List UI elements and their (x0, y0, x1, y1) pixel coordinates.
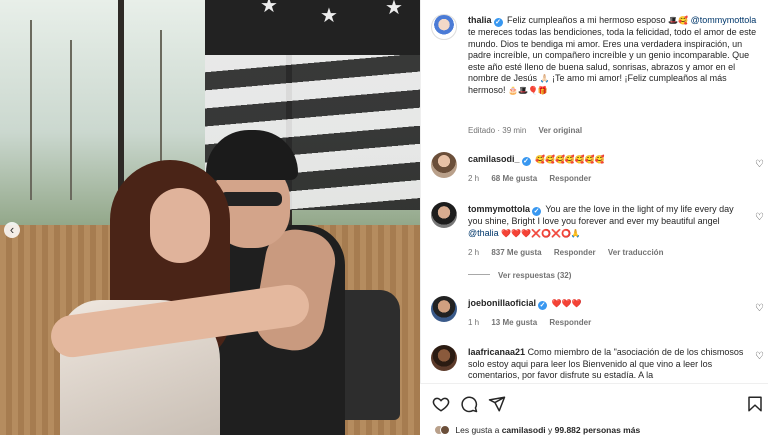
see-original-link[interactable]: Ver original (539, 126, 583, 135)
star-icon: ★ (260, 0, 278, 17)
comment-mention[interactable]: @thalia (468, 228, 499, 238)
avatar[interactable] (431, 152, 457, 178)
caption-text: Feliz cumpleaños a mi hermoso esposo (507, 15, 666, 25)
avatar[interactable] (431, 296, 457, 322)
caption-meta: Editado · 39 min Ver original (468, 126, 583, 135)
comment-username[interactable]: joebonillaoficial (468, 298, 536, 308)
likes-summary[interactable]: Les gusta a camilasodi y 99.882 personas… (434, 425, 640, 435)
previous-photo-button[interactable]: ‹ (4, 222, 20, 238)
heart-icon[interactable]: ♡ (754, 303, 765, 314)
edited-label: Editado (468, 126, 496, 135)
comment-joebonillaoficial: joebonillaoficial ✓ ❤️❤️❤️ (468, 298, 748, 310)
heart-icon[interactable] (432, 395, 450, 413)
comment-time[interactable]: 2 h (468, 174, 479, 183)
caption-mention[interactable]: @tommymottola (691, 15, 757, 25)
bookmark-icon[interactable] (746, 395, 764, 413)
caption-emoji: 🎩🥰 (668, 16, 689, 25)
comment-likes[interactable]: 68 Me gusta (491, 174, 537, 183)
star-icon: ★ (385, 0, 403, 19)
likes-connector: y (548, 425, 553, 435)
comment-icon[interactable] (460, 395, 478, 413)
comment-likes[interactable]: 13 Me gusta (491, 318, 537, 327)
tree-trunk (70, 40, 72, 200)
comment-username[interactable]: tommymottola (468, 204, 530, 214)
avatar[interactable] (431, 345, 457, 371)
comment-likes[interactable]: 837 Me gusta (491, 248, 541, 257)
comment-laafricanaa21: laafricanaa21 Como miembro de la "asocia… (468, 347, 750, 383)
comment-time[interactable]: 2 h (468, 248, 479, 257)
comment-emoji: 🥰🥰🥰🥰🥰🥰🥰 (535, 155, 605, 164)
view-replies-button[interactable]: Ver respuestas (32) (498, 271, 571, 280)
comment-tommymottola: tommymottola ✓ You are the love in the li… (468, 204, 750, 239)
comment-meta: 2 h 837 Me gusta Responder Ver traducció… (468, 248, 663, 257)
avatar[interactable] (431, 202, 457, 228)
post-actions-bar: Les gusta a camilasodi y 99.882 personas… (420, 383, 768, 435)
post-time[interactable]: 39 min (502, 126, 526, 135)
verified-icon: ✓ (538, 301, 548, 310)
verified-icon: ✓ (532, 207, 542, 216)
replies-divider (468, 274, 490, 275)
star-icon: ★ (320, 5, 338, 27)
heart-icon[interactable]: ♡ (754, 159, 765, 170)
reply-button[interactable]: Responder (554, 248, 596, 257)
post-author[interactable]: thalia (468, 15, 492, 25)
tree-trunk (30, 20, 32, 200)
heart-icon[interactable]: ♡ (754, 212, 765, 223)
comment-meta: 2 h 68 Me gusta Responder (468, 174, 591, 183)
likes-count[interactable]: 99.882 personas más (555, 425, 641, 435)
comment-camilasodi: camilasodi_ ✓ 🥰🥰🥰🥰🥰🥰🥰 (468, 154, 748, 166)
man-sunglasses (220, 192, 282, 206)
comment-username[interactable]: camilasodi_ (468, 154, 520, 164)
comment-meta: 1 h 13 Me gusta Responder (468, 318, 591, 327)
avatar[interactable] (431, 14, 457, 40)
share-icon[interactable] (488, 395, 506, 413)
avatar (440, 425, 450, 435)
reply-button[interactable]: Responder (549, 318, 591, 327)
comment-emoji: ❤️❤️❤️ (551, 299, 582, 308)
caption-emoji: 🎂🎩🎈🎁 (508, 85, 548, 95)
post-photo[interactable]: ★ ★ ★ ‹ (0, 0, 420, 435)
likes-prefix: Les gusta a (455, 425, 500, 435)
heart-icon[interactable]: ♡ (754, 351, 765, 362)
woman-face (150, 188, 210, 263)
comment-emoji: ❤️❤️❤️❌⭕❌⭕🙏 (501, 228, 581, 238)
see-translation-button[interactable]: Ver traducción (608, 248, 664, 257)
reply-button[interactable]: Responder (549, 174, 591, 183)
caption-emoji: 🙏🏻 (539, 74, 550, 83)
verified-icon: ✓ (521, 157, 531, 166)
likes-user[interactable]: camilasodi (502, 425, 546, 435)
comment-username[interactable]: laafricanaa21 (468, 347, 525, 357)
post-caption: thalia ✓ Feliz cumpleaños a mi hermoso es… (468, 15, 758, 96)
verified-icon: ✓ (493, 18, 503, 27)
view-replies-row[interactable]: Ver respuestas (32) (468, 271, 571, 280)
comment-time[interactable]: 1 h (468, 318, 479, 327)
